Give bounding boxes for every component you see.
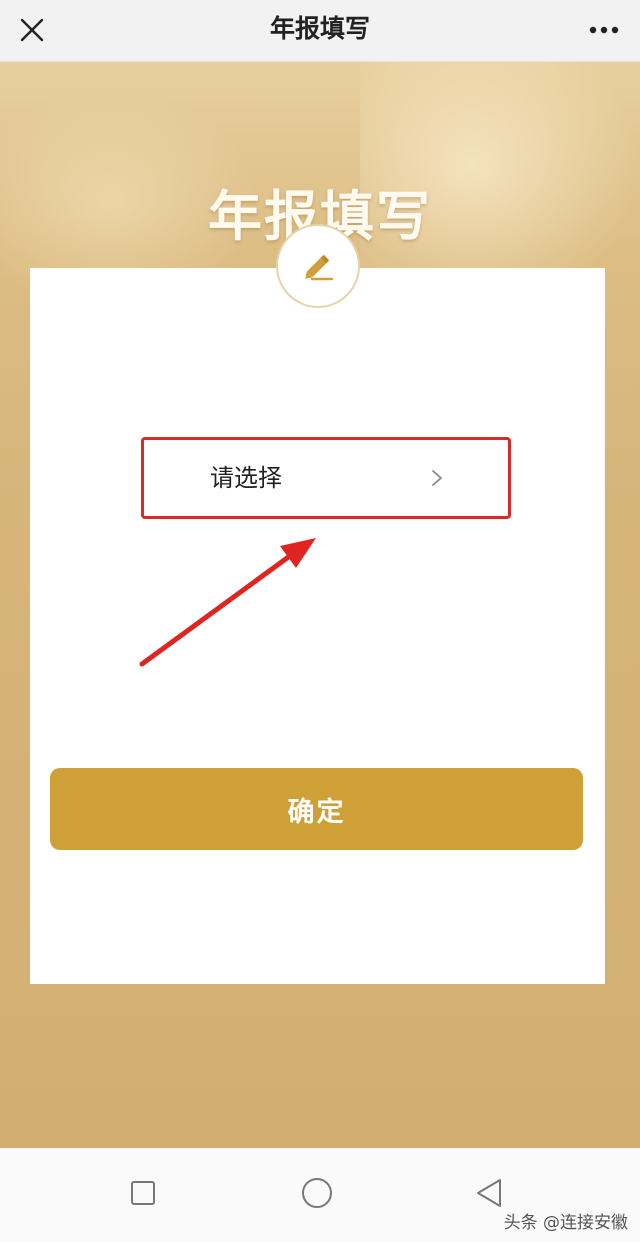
- watermark: 头条 @连接安徽: [503, 1213, 628, 1233]
- select-placeholder: 请选择: [210, 464, 282, 492]
- edit-badge: [276, 224, 360, 308]
- confirm-button[interactable]: 确定: [50, 768, 583, 850]
- chevron-right-icon: [432, 470, 442, 486]
- page-title: 年报填写: [269, 14, 370, 43]
- back-triangle-icon[interactable]: [472, 1176, 506, 1210]
- pencil-icon: [305, 255, 334, 281]
- annotation-arrow: [139, 538, 316, 667]
- type-select[interactable]: 请选择: [141, 437, 511, 519]
- top-navigation-bar: 年报填写: [0, 0, 640, 62]
- circle-icon[interactable]: [300, 1176, 334, 1210]
- more-button[interactable]: [582, 8, 626, 52]
- more-icon: [589, 26, 619, 34]
- square-icon[interactable]: [126, 1176, 160, 1210]
